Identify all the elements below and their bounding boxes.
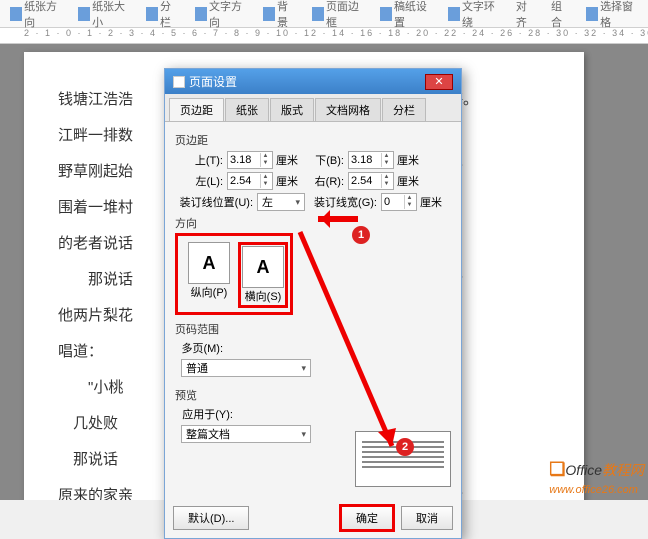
dialog-tabs: 页边距 纸张 版式 文档网格 分栏: [165, 94, 461, 122]
dialog-icon: [173, 76, 185, 88]
ribbon-select-pane[interactable]: 选择窗格: [582, 0, 642, 32]
horizontal-ruler: 2 · 1 · 0 · 1 · 2 · 3 · 4 · 5 · 6 · 7 · …: [0, 28, 648, 44]
multipage-label: 多页(M):: [175, 340, 223, 356]
orientation-portrait[interactable]: A 纵向(P): [188, 242, 230, 308]
left-margin-label: 左(L):: [175, 173, 223, 189]
right-margin-input[interactable]: 2.54▲▼: [348, 172, 394, 190]
ribbon-group[interactable]: 组合: [547, 0, 574, 32]
orientation-landscape[interactable]: A 横向(S): [242, 246, 284, 304]
multipage-select[interactable]: 普通: [181, 359, 311, 377]
annotation-step-1: 1: [352, 226, 370, 244]
close-icon[interactable]: ✕: [425, 74, 453, 90]
gutter-pos-label: 装订线位置(U):: [175, 194, 253, 210]
dialog-titlebar: 页面设置 ✕: [165, 69, 461, 94]
ribbon-page-size[interactable]: 纸张大小: [74, 0, 134, 32]
unit-label: 厘米: [276, 173, 298, 189]
tab-grid[interactable]: 文档网格: [315, 98, 381, 121]
apply-to-label: 应用于(Y):: [175, 406, 233, 422]
unit-label: 厘米: [276, 152, 298, 168]
ribbon-draft[interactable]: 稿纸设置: [376, 0, 436, 32]
ribbon: 纸张方向 纸张大小 分栏 文字方向 背景 页面边框 稿纸设置 文字环绕 对齐 组…: [0, 0, 648, 28]
annotation-arrow-1-head: [312, 210, 330, 228]
default-button[interactable]: 默认(D)...: [173, 506, 249, 530]
ribbon-wrap[interactable]: 文字环绕: [444, 0, 504, 32]
ok-button[interactable]: 确定: [339, 504, 395, 532]
ribbon-align[interactable]: 对齐: [512, 0, 539, 32]
gutter-pos-select[interactable]: 左: [257, 193, 305, 211]
gutter-w-label: 装订线宽(G):: [313, 194, 377, 210]
margins-group-label: 页边距: [175, 132, 451, 148]
ribbon-text-direction[interactable]: 文字方向: [191, 0, 251, 32]
preview-group-label: 预览: [175, 387, 451, 403]
dialog-title: 页面设置: [189, 73, 237, 90]
apply-to-select[interactable]: 整篇文档: [181, 425, 311, 443]
bottom-margin-input[interactable]: 3.18▲▼: [348, 151, 394, 169]
range-group-label: 页码范围: [175, 321, 451, 337]
annotation-step-2: 2: [396, 438, 414, 456]
watermark: ❏Office教程网 www.office26.com: [549, 459, 644, 496]
tab-margins[interactable]: 页边距: [169, 98, 224, 121]
top-margin-input[interactable]: 3.18▲▼: [227, 151, 273, 169]
ribbon-border[interactable]: 页面边框: [308, 0, 368, 32]
cancel-button[interactable]: 取消: [401, 506, 453, 530]
ribbon-page-orientation[interactable]: 纸张方向: [6, 0, 66, 32]
gutter-w-input[interactable]: 0▲▼: [381, 193, 417, 211]
tab-columns[interactable]: 分栏: [382, 98, 426, 121]
page-setup-dialog: 页面设置 ✕ 页边距 纸张 版式 文档网格 分栏 页边距 上(T): 3.18▲…: [164, 68, 462, 539]
ribbon-bg[interactable]: 背景: [259, 0, 300, 32]
unit-label: 厘米: [397, 173, 419, 189]
top-margin-label: 上(T):: [175, 152, 223, 168]
bottom-margin-label: 下(B):: [306, 152, 344, 168]
ribbon-columns[interactable]: 分栏: [142, 0, 183, 32]
unit-label: 厘米: [397, 152, 419, 168]
right-margin-label: 右(R):: [306, 173, 344, 189]
tab-paper[interactable]: 纸张: [225, 98, 269, 121]
tab-layout[interactable]: 版式: [270, 98, 314, 121]
left-margin-input[interactable]: 2.54▲▼: [227, 172, 273, 190]
unit-label: 厘米: [420, 194, 442, 210]
